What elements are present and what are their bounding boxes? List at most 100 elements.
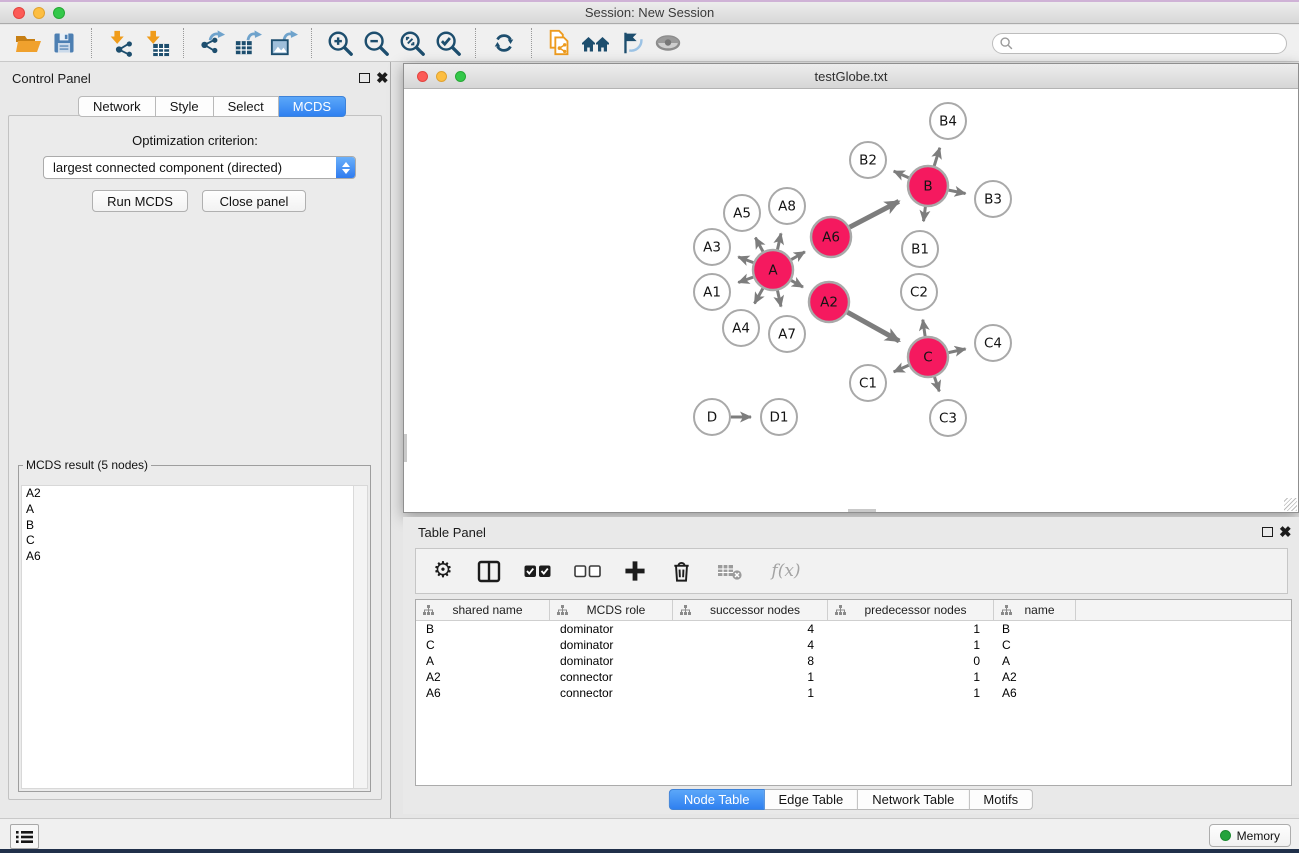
tab-node-table[interactable]: Node Table: [669, 789, 765, 810]
table-cell[interactable]: B: [994, 622, 1076, 636]
graph-edge-A-A6[interactable]: [791, 252, 805, 260]
table-cell[interactable]: connector: [550, 686, 673, 700]
graph-edge-A6-B[interactable]: [850, 201, 899, 227]
column-header-MCDS-role[interactable]: MCDS role: [550, 600, 673, 620]
graph-edge-A-A3[interactable]: [738, 257, 753, 263]
graph-node-B2[interactable]: B2: [850, 142, 886, 178]
memory-button[interactable]: Memory: [1209, 824, 1291, 847]
table-cell[interactable]: 1: [673, 670, 828, 684]
graph-node-B4[interactable]: B4: [930, 103, 966, 139]
table-cell[interactable]: 0: [828, 654, 994, 668]
tab-network-table[interactable]: Network Table: [858, 789, 969, 810]
function-builder-button[interactable]: f(x): [766, 558, 806, 584]
graph-edge-C-C1[interactable]: [894, 365, 909, 372]
graph-node-C3[interactable]: C3: [930, 400, 966, 436]
table-cell[interactable]: connector: [550, 670, 673, 684]
import-network-button[interactable]: [102, 27, 138, 59]
run-mcds-button[interactable]: Run MCDS: [92, 190, 188, 212]
resize-grip-icon[interactable]: [1284, 498, 1297, 511]
delete-column-button[interactable]: [668, 558, 694, 584]
tab-network[interactable]: Network: [78, 96, 156, 117]
column-header-successor-nodes[interactable]: successor nodes: [673, 600, 828, 620]
table-cell[interactable]: A: [994, 654, 1076, 668]
import-table-button[interactable]: [138, 27, 174, 59]
export-image-button[interactable]: [266, 27, 302, 59]
graph-node-A2[interactable]: A2: [809, 282, 849, 322]
graph-node-A3[interactable]: A3: [694, 229, 730, 265]
table-cell[interactable]: 1: [828, 670, 994, 684]
graph-node-A7[interactable]: A7: [769, 316, 805, 352]
select-all-columns-button[interactable]: [522, 558, 552, 584]
graph-edge-A-A7[interactable]: [778, 291, 782, 307]
graph-edge-A-A2[interactable]: [791, 280, 803, 287]
table-settings-button[interactable]: ⚙: [430, 558, 456, 584]
delete-table-button[interactable]: [714, 558, 746, 584]
table-cell[interactable]: C: [994, 638, 1076, 652]
column-header-name[interactable]: name: [994, 600, 1076, 620]
graph-node-C4[interactable]: C4: [975, 325, 1011, 361]
table-cell[interactable]: B: [416, 622, 550, 636]
graph-edge-A-A1[interactable]: [738, 277, 753, 282]
split-columns-button[interactable]: [476, 558, 502, 584]
graph-edge-B-B4[interactable]: [934, 148, 940, 166]
graph-node-C2[interactable]: C2: [901, 274, 937, 310]
table-row[interactable]: Adominator80A: [416, 653, 1291, 669]
table-cell[interactable]: A: [416, 654, 550, 668]
table-cell[interactable]: A6: [994, 686, 1076, 700]
table-cell[interactable]: dominator: [550, 638, 673, 652]
column-header-shared-name[interactable]: shared name: [416, 600, 550, 620]
table-cell[interactable]: 8: [673, 654, 828, 668]
network-canvas[interactable]: B4B2BB3A5A8A6B1A3AA1C2A2A4A7C4CC1DD1C3: [404, 89, 1298, 512]
table-cell[interactable]: 1: [673, 686, 828, 700]
graph-node-B3[interactable]: B3: [975, 181, 1011, 217]
close-panel-icon[interactable]: ✖: [376, 74, 389, 84]
graph-edge-B-B1[interactable]: [924, 207, 926, 221]
graph-node-D1[interactable]: D1: [761, 399, 797, 435]
graph-node-A8[interactable]: A8: [769, 188, 805, 224]
table-cell[interactable]: 4: [673, 638, 828, 652]
tab-style[interactable]: Style: [156, 96, 214, 117]
search-input[interactable]: [1018, 35, 1279, 51]
network-overview-button[interactable]: [542, 27, 578, 59]
table-cell[interactable]: 4: [673, 622, 828, 636]
graph-node-C1[interactable]: C1: [850, 365, 886, 401]
criterion-dropdown[interactable]: largest connected component (directed): [43, 156, 356, 179]
mcds-result-item[interactable]: A6: [22, 549, 367, 565]
table-cell[interactable]: C: [416, 638, 550, 652]
mcds-result-item[interactable]: A: [22, 502, 367, 518]
graph-edge-B-B2[interactable]: [894, 171, 909, 178]
export-network-button[interactable]: [194, 27, 230, 59]
graph-edge-B-B3[interactable]: [949, 190, 966, 193]
graph-edge-A-A4[interactable]: [755, 288, 763, 303]
table-cell[interactable]: 1: [828, 638, 994, 652]
graph-node-D[interactable]: D: [694, 399, 730, 435]
close-panel-button[interactable]: Close panel: [202, 190, 306, 212]
hide-graphics-details-button[interactable]: [614, 27, 650, 59]
tab-mcds[interactable]: MCDS: [279, 96, 346, 117]
table-cell[interactable]: dominator: [550, 622, 673, 636]
zoom-selected-button[interactable]: [430, 27, 466, 59]
float-panel-icon[interactable]: [359, 73, 370, 83]
graph-node-A[interactable]: A: [753, 250, 793, 290]
mcds-result-item[interactable]: A2: [22, 486, 367, 502]
zoom-in-button[interactable]: [322, 27, 358, 59]
column-header-predecessor-nodes[interactable]: predecessor nodes: [828, 600, 994, 620]
table-cell[interactable]: A2: [416, 670, 550, 684]
deselect-all-columns-button[interactable]: [572, 558, 602, 584]
tab-edge-table[interactable]: Edge Table: [764, 789, 858, 810]
search-field[interactable]: [992, 33, 1287, 54]
table-cell[interactable]: 1: [828, 622, 994, 636]
network-graph[interactable]: B4B2BB3A5A8A6B1A3AA1C2A2A4A7C4CC1DD1C3: [404, 89, 1298, 513]
export-table-button[interactable]: [230, 27, 266, 59]
table-cell[interactable]: 1: [828, 686, 994, 700]
graph-edge-C-C4[interactable]: [949, 349, 966, 353]
table-row[interactable]: Bdominator41B: [416, 621, 1291, 637]
refresh-layout-button[interactable]: [486, 27, 522, 59]
mcds-result-item[interactable]: B: [22, 518, 367, 534]
graph-node-A4[interactable]: A4: [723, 310, 759, 346]
table-row[interactable]: A2connector11A2: [416, 669, 1291, 685]
open-session-button[interactable]: [10, 27, 46, 59]
graph-node-C[interactable]: C: [908, 337, 948, 377]
graph-node-A1[interactable]: A1: [694, 274, 730, 310]
table-cell[interactable]: A6: [416, 686, 550, 700]
